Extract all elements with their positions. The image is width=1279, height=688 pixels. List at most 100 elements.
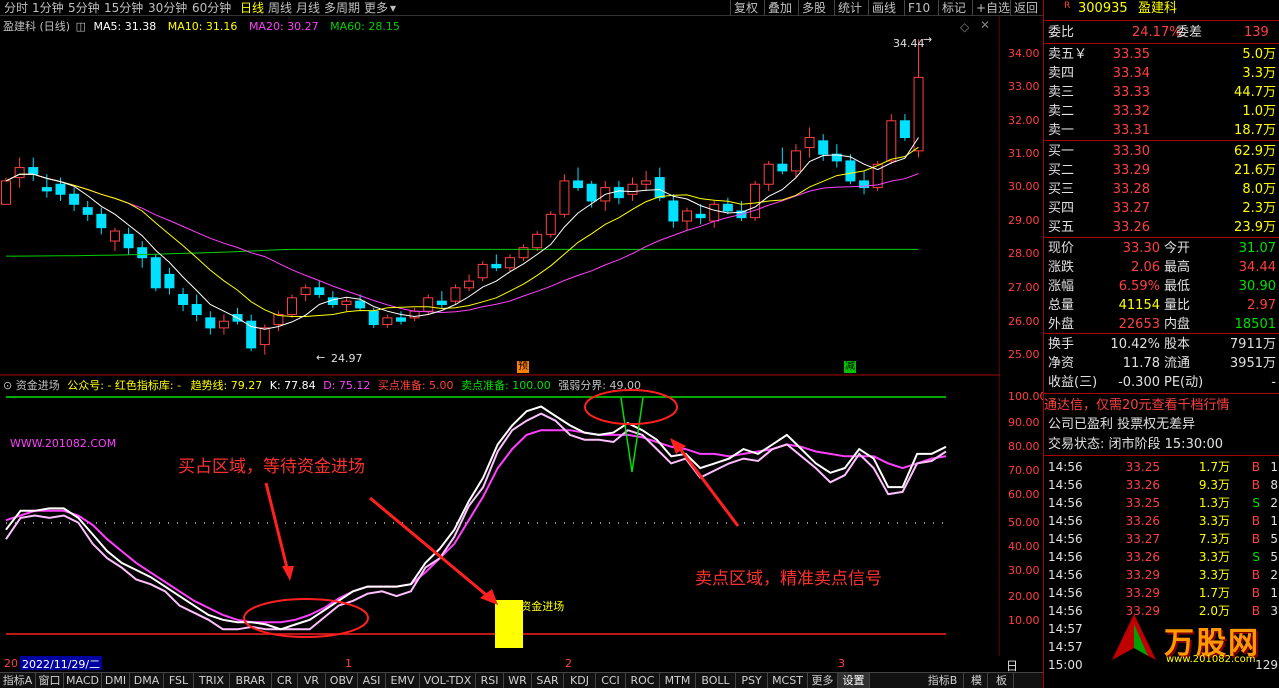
indicator-tab[interactable]: WR [504, 673, 532, 688]
tick-volume: 9.3万 [1198, 478, 1230, 492]
buy-level-price: 33.30 [1112, 144, 1150, 159]
price-tick: 33.00 [1008, 80, 1040, 93]
indicator-tab[interactable]: VOL-TDX [420, 673, 476, 688]
indicator-tab[interactable]: 设置 [838, 673, 870, 688]
reduction-badge[interactable]: 减 [844, 361, 856, 373]
capital-inflow-text: 资金进场 [520, 600, 565, 613]
period-tab-daily[interactable]: 日线 [240, 0, 264, 16]
mark-button[interactable]: 标记 [938, 0, 969, 16]
tick-side: B [1251, 586, 1260, 600]
indicator-b-tab[interactable]: 指标B [922, 673, 964, 688]
notice-row[interactable]: 通达信，仅需20元查看千档行情 [1044, 397, 1279, 415]
multi-stock-button[interactable]: 多股 [798, 0, 829, 16]
indicator-tab[interactable]: MACD [64, 673, 102, 688]
sell-level-volume: 1.0万 [1242, 104, 1276, 119]
tick-time: 15:00 [1048, 658, 1083, 672]
indicator-y-axis: 100.00 90.00 80.00 70.00 60.00 50.00 40.… [1004, 376, 1047, 656]
indicator-tab[interactable]: BRAR [230, 673, 272, 688]
f10-button[interactable]: F10 [904, 0, 933, 16]
indicator-tab[interactable]: CCI [596, 673, 626, 688]
overlay-button[interactable]: 叠加 [764, 0, 795, 16]
indicator-chart[interactable] [0, 376, 1000, 656]
period-tab-60min[interactable]: 60分钟 [192, 0, 231, 16]
indicator-tab[interactable]: OBV [326, 673, 358, 688]
tick-count: 8 [1270, 478, 1278, 492]
indicator-tab[interactable]: DMA [130, 673, 164, 688]
price-tick: 32.00 [1008, 114, 1040, 127]
more-dropdown-icon[interactable]: ▾ [390, 0, 396, 16]
candlestick-chart[interactable] [0, 16, 1000, 376]
indicator-tab[interactable]: ASI [358, 673, 386, 688]
quote-stat-row: 收益(三) -0.300 PE(动) - [1044, 374, 1279, 392]
ind-tick: 100.00 [1008, 390, 1047, 403]
period-tab-30min[interactable]: 30分钟 [148, 0, 187, 16]
candle-body [627, 183, 638, 195]
stock-code: 300935 [1078, 1, 1128, 16]
period-tab-multi[interactable]: 多周期 [324, 0, 360, 16]
sell-level-label: 卖四 [1048, 66, 1075, 81]
sell-level-row: 卖五￥ 33.35 5.0万 [1044, 46, 1279, 64]
draw-line-button[interactable]: 画线 [868, 0, 899, 16]
indicator-tab[interactable]: BOLL [696, 673, 736, 688]
indicator-tab[interactable]: KDJ [564, 673, 596, 688]
indicator-b-tab[interactable]: 板 [990, 673, 1014, 688]
candle-body [722, 203, 733, 212]
candle-body [1, 180, 11, 205]
stat-label: 今开 [1164, 241, 1191, 256]
tick-row: 14:56 33.26 3.3万 S 5 [1044, 548, 1279, 566]
indicator-tab[interactable]: VR [298, 673, 326, 688]
indicator-tab[interactable]: PSY [736, 673, 768, 688]
tick-time: 14:56 [1048, 496, 1083, 510]
indicator-tab[interactable]: CR [272, 673, 298, 688]
stat-value: 10.42% [1110, 337, 1160, 352]
tick-side: B [1251, 532, 1260, 546]
add-favorite-button[interactable]: +自选 [972, 0, 1013, 16]
tick-time: 14:56 [1048, 478, 1083, 492]
candle-body [41, 187, 52, 192]
candle-body [845, 160, 856, 182]
indicator-tab[interactable]: FSL [164, 673, 194, 688]
back-button[interactable]: 返回 [1010, 0, 1041, 16]
indicator-tab[interactable]: ROC [626, 673, 660, 688]
period-tab-weekly[interactable]: 周线 [268, 0, 292, 16]
period-tab-5min[interactable]: 5分钟 [68, 0, 100, 16]
candles-group [1, 39, 924, 355]
forecast-badge[interactable]: 预 [517, 361, 529, 373]
month-mark: 1 [345, 657, 352, 670]
candle-body [82, 207, 93, 215]
ind-tick: 30.00 [1008, 564, 1040, 577]
period-tab-monthly[interactable]: 月线 [296, 0, 320, 16]
candle-body [477, 263, 488, 279]
indicator-tab[interactable]: 更多 [808, 673, 838, 688]
sell-level-volume: 44.7万 [1234, 85, 1276, 100]
tick-count: 3 [1270, 604, 1278, 618]
indicator-tab[interactable]: MCST [768, 673, 808, 688]
indicator-tab[interactable]: RSI [476, 673, 504, 688]
fuquan-button[interactable]: 复权 [730, 0, 761, 16]
tick-row: 14:56 33.26 9.3万 B 8 [1044, 476, 1279, 494]
buy-level-label: 买三 [1048, 182, 1075, 197]
price-tick: 26.00 [1008, 315, 1040, 328]
tick-row: 15:00 129 [1044, 656, 1279, 674]
candle-body [491, 263, 502, 269]
indicator-tab[interactable]: 指标A [0, 673, 36, 688]
tick-time: 14:57 [1048, 640, 1083, 654]
indicator-tab[interactable]: EMV [386, 673, 420, 688]
indicator-tab[interactable]: 窗口 [36, 673, 64, 688]
stat-value: 22653 [1118, 317, 1160, 332]
stats-button[interactable]: 统计 [834, 0, 865, 16]
tick-time: 14:56 [1048, 550, 1083, 564]
indicator-tab[interactable]: TRIX [194, 673, 230, 688]
period-tab-fenshi[interactable]: 分时 [4, 0, 28, 16]
candle-body [150, 257, 161, 289]
tick-count: 1 [1270, 460, 1278, 474]
period-tab-1min[interactable]: 1分钟 [32, 0, 64, 16]
weibi-label: 委比 [1048, 25, 1075, 40]
period-tab-15min[interactable]: 15分钟 [104, 0, 143, 16]
period-tab-more[interactable]: 更多 [364, 0, 388, 16]
indicator-tab[interactable]: DMI [102, 673, 130, 688]
indicator-b-tab[interactable]: 模 [966, 673, 988, 688]
indicator-tab[interactable]: SAR [532, 673, 564, 688]
price-tick: 28.00 [1008, 247, 1040, 260]
indicator-tab[interactable]: MTM [660, 673, 696, 688]
